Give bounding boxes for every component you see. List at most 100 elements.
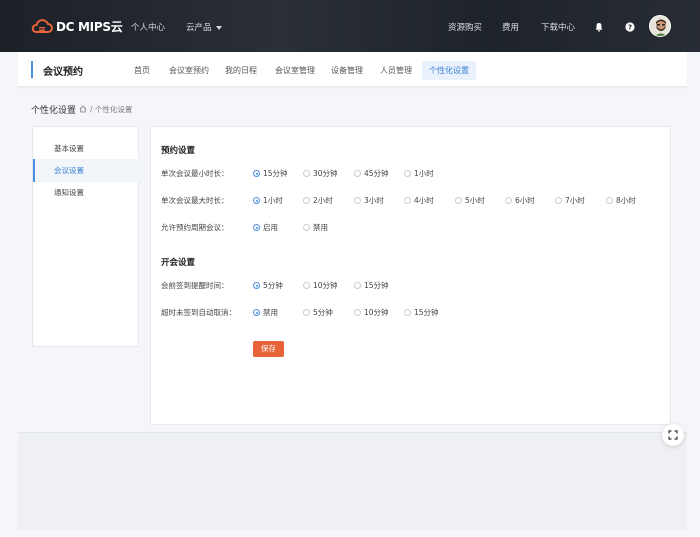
brand-logo[interactable]: DC MIPS云 xyxy=(31,17,123,35)
radio-max-4hour[interactable]: 4小时 xyxy=(404,195,434,206)
tab-staff-management[interactable]: 人员管理 xyxy=(380,65,412,76)
radio-max-8hour[interactable]: 8小时 xyxy=(606,195,636,206)
brand-name: DC MIPS云 xyxy=(56,19,123,34)
radio-label: 15分钟 xyxy=(414,308,439,317)
radio-label: 10分钟 xyxy=(313,281,338,290)
radio-dot xyxy=(303,170,310,177)
svg-text:?: ? xyxy=(628,24,632,32)
tab-room-management[interactable]: 会议室管理 xyxy=(275,65,315,76)
sidemenu-item-basic[interactable]: 基本设置 xyxy=(33,137,140,160)
radio-dot xyxy=(455,197,462,204)
tab-device-management[interactable]: 设备管理 xyxy=(331,65,363,76)
fullscreen-icon xyxy=(668,430,678,440)
cloud-logo-icon xyxy=(31,19,53,33)
label-min-duration: 单次会议最小时长： xyxy=(161,169,229,178)
tab-home[interactable]: 首页 xyxy=(134,65,150,76)
radio-dot xyxy=(303,197,310,204)
radio-label: 2小时 xyxy=(313,196,333,205)
breadcrumb: / 个性化设置 xyxy=(79,104,132,115)
lower-panel xyxy=(18,432,687,530)
radio-label: 1小时 xyxy=(414,169,434,178)
radio-min-1hour[interactable]: 1小时 xyxy=(404,168,434,179)
nav-personal-center[interactable]: 个人中心 xyxy=(131,21,165,33)
radio-label: 3小时 xyxy=(364,196,384,205)
page-title: 个性化设置 xyxy=(31,106,77,116)
sidemenu-item-notification[interactable]: 通知设置 xyxy=(33,181,140,204)
bell-icon[interactable] xyxy=(594,22,604,32)
radio-label: 启用 xyxy=(263,223,278,232)
radio-label: 30分钟 xyxy=(313,169,338,178)
radio-dot xyxy=(555,197,562,204)
tab-room-booking[interactable]: 会议室预约 xyxy=(169,65,209,76)
sidemenu-item-meeting[interactable]: 会议设置 xyxy=(33,159,140,182)
help-icon[interactable]: ? xyxy=(625,22,635,32)
save-button[interactable]: 保存 xyxy=(253,341,284,357)
radio-label: 5小时 xyxy=(465,196,485,205)
radio-dot xyxy=(303,282,310,289)
radio-recurring-enable[interactable]: 启用 xyxy=(253,222,278,233)
radio-label: 15分钟 xyxy=(364,281,389,290)
radio-max-1hour[interactable]: 1小时 xyxy=(253,195,283,206)
radio-max-7hour[interactable]: 7小时 xyxy=(555,195,585,206)
radio-label: 禁用 xyxy=(263,308,278,317)
settings-card: 预约设置 单次会议最小时长： 15分钟 30分钟 45分钟 1小时 单次会议最大… xyxy=(150,126,671,425)
radio-label: 1小时 xyxy=(263,196,283,205)
section-title-meeting: 开会设置 xyxy=(161,258,196,268)
label-reminder: 会前签到提醒时间： xyxy=(161,281,229,290)
section-title-booking: 预约设置 xyxy=(161,146,196,156)
nav-download-center[interactable]: 下载中心 xyxy=(541,21,575,33)
radio-dot xyxy=(354,309,361,316)
radio-label: 15分钟 xyxy=(263,169,288,178)
radio-dot xyxy=(253,282,260,289)
radio-dot xyxy=(404,170,411,177)
module-header: 会议预约 首页 会议室预约 我的日程 会议室管理 设备管理 人员管理 个性化设置 xyxy=(18,52,687,87)
tab-my-schedule[interactable]: 我的日程 xyxy=(225,65,257,76)
radio-reminder-5min[interactable]: 5分钟 xyxy=(253,280,283,291)
nav-billing[interactable]: 费用 xyxy=(502,21,519,33)
radio-max-2hour[interactable]: 2小时 xyxy=(303,195,333,206)
radio-max-6hour[interactable]: 6小时 xyxy=(505,195,535,206)
radio-dot xyxy=(354,170,361,177)
radio-dot xyxy=(354,197,361,204)
radio-label: 5分钟 xyxy=(263,281,283,290)
settings-sidemenu: 基本设置 会议设置 通知设置 xyxy=(32,126,140,347)
tab-personalization[interactable]: 个性化设置 xyxy=(422,61,476,80)
radio-dot xyxy=(606,197,613,204)
radio-min-30min[interactable]: 30分钟 xyxy=(303,168,338,179)
top-navbar: DC MIPS云 个人中心 云产品 资源购买 费用 下载中心 ? xyxy=(0,0,700,52)
radio-min-45min[interactable]: 45分钟 xyxy=(354,168,389,179)
radio-cancel-10min[interactable]: 10分钟 xyxy=(354,307,389,318)
radio-min-15min[interactable]: 15分钟 xyxy=(253,168,288,179)
nav-cloud-products[interactable]: 云产品 xyxy=(186,21,222,33)
breadcrumb-path: / 个性化设置 xyxy=(90,105,133,114)
radio-label: 4小时 xyxy=(414,196,434,205)
radio-label: 8小时 xyxy=(616,196,636,205)
radio-dot xyxy=(253,224,260,231)
radio-label: 5分钟 xyxy=(313,308,333,317)
radio-recurring-disable[interactable]: 禁用 xyxy=(303,222,328,233)
radio-dot xyxy=(505,197,512,204)
radio-max-3hour[interactable]: 3小时 xyxy=(354,195,384,206)
label-recurring: 允许预约周期会议： xyxy=(161,223,229,232)
radio-reminder-10min[interactable]: 10分钟 xyxy=(303,280,338,291)
radio-dot xyxy=(253,309,260,316)
radio-cancel-5min[interactable]: 5分钟 xyxy=(303,307,333,318)
radio-cancel-15min[interactable]: 15分钟 xyxy=(404,307,439,318)
title-accent-bar xyxy=(31,61,33,78)
radio-dot xyxy=(354,282,361,289)
radio-reminder-15min[interactable]: 15分钟 xyxy=(354,280,389,291)
radio-label: 7小时 xyxy=(565,196,585,205)
label-auto-cancel: 超时未签到自动取消： xyxy=(161,308,236,317)
radio-dot xyxy=(404,309,411,316)
radio-max-5hour[interactable]: 5小时 xyxy=(455,195,485,206)
radio-label: 禁用 xyxy=(313,223,328,232)
home-icon[interactable] xyxy=(79,105,87,115)
radio-dot xyxy=(253,197,260,204)
fullscreen-button[interactable] xyxy=(662,424,684,446)
nav-buy-resources[interactable]: 资源购买 xyxy=(448,21,482,33)
radio-label: 6小时 xyxy=(515,196,535,205)
radio-dot xyxy=(253,170,260,177)
radio-dot xyxy=(404,197,411,204)
user-avatar[interactable] xyxy=(649,15,671,37)
radio-cancel-disable[interactable]: 禁用 xyxy=(253,307,278,318)
